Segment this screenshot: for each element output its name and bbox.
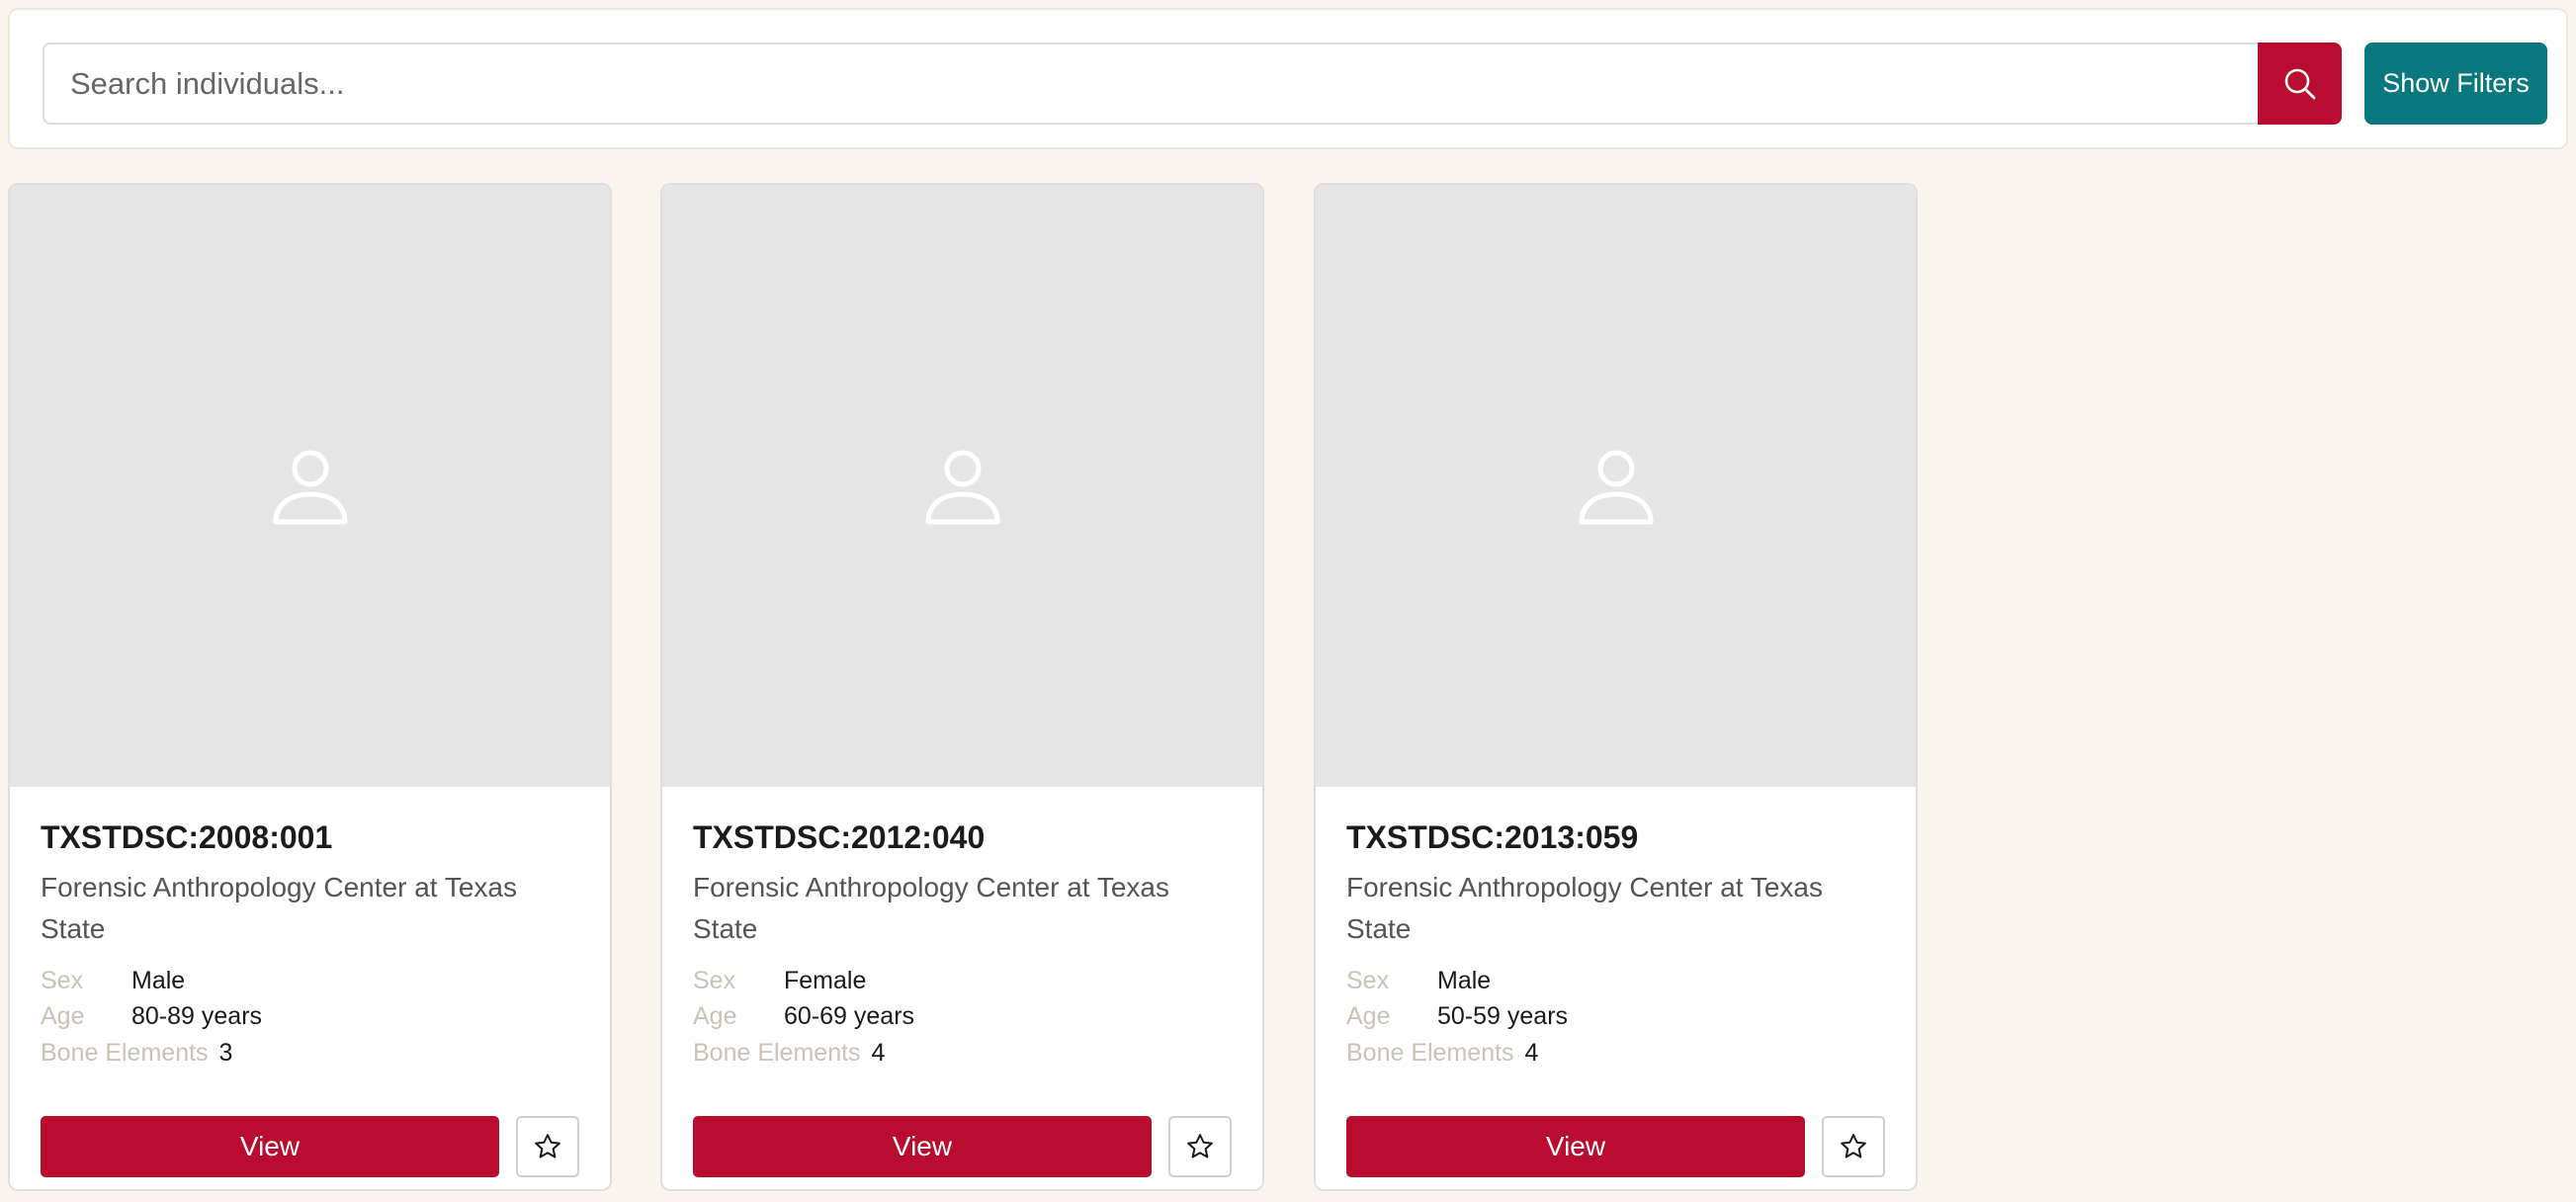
age-row: Age 80-89 years (41, 1002, 262, 1031)
search-icon (2284, 68, 2315, 99)
favorite-button[interactable] (1168, 1116, 1232, 1177)
user-placeholder-icon (925, 450, 999, 524)
bone-elements-label: Bone Elements (693, 1039, 861, 1067)
age-label: Age (693, 1002, 737, 1030)
bone-elements-row: Bone Elements 3 (41, 1039, 232, 1068)
bone-elements-value: 3 (218, 1039, 233, 1067)
view-button[interactable]: View (1346, 1116, 1805, 1177)
show-filters-button[interactable]: Show Filters (2364, 43, 2547, 125)
favorite-button[interactable] (1822, 1116, 1885, 1177)
sex-label: Sex (1346, 967, 1390, 994)
sex-label: Sex (41, 967, 84, 994)
card-image-placeholder (1316, 185, 1916, 787)
bone-elements-label: Bone Elements (1346, 1039, 1514, 1067)
star-icon (535, 1134, 560, 1159)
sex-row: Sex Male (41, 967, 185, 995)
age-row: Age 50-59 years (1346, 1002, 1568, 1031)
age-value: 50-59 years (1437, 1002, 1569, 1030)
card-title: TXSTDSC:2013:059 (1346, 819, 1639, 855)
view-button[interactable]: View (693, 1116, 1152, 1177)
bone-elements-value: 4 (1524, 1039, 1539, 1067)
individual-card: TXSTDSC:2013:059 Forensic Anthropology C… (1314, 183, 1918, 1191)
age-label: Age (1346, 1002, 1391, 1030)
age-label: Age (41, 1002, 85, 1030)
card-title: TXSTDSC:2008:001 (41, 819, 333, 855)
view-button[interactable]: View (41, 1116, 499, 1177)
sex-row: Sex Male (1346, 967, 1491, 995)
user-placeholder-icon (273, 450, 347, 524)
age-value: 80-89 years (131, 1002, 263, 1030)
individual-card: TXSTDSC:2008:001 Forensic Anthropology C… (8, 183, 612, 1191)
bone-elements-row: Bone Elements 4 (693, 1039, 885, 1068)
card-image-placeholder (10, 185, 610, 787)
bone-elements-label: Bone Elements (41, 1039, 209, 1067)
sex-value: Male (1437, 967, 1492, 994)
favorite-button[interactable] (516, 1116, 579, 1177)
age-row: Age 60-69 years (693, 1002, 914, 1031)
age-value: 60-69 years (784, 1002, 915, 1030)
search-panel: Show Filters (8, 8, 2568, 149)
card-title: TXSTDSC:2012:040 (693, 819, 986, 855)
sex-value: Female (784, 967, 867, 994)
card-institution: Forensic Anthropology Center at Texas St… (1346, 872, 1823, 944)
card-institution: Forensic Anthropology Center at Texas St… (41, 872, 517, 944)
card-institution: Forensic Anthropology Center at Texas St… (693, 872, 1169, 944)
star-icon (1841, 1134, 1866, 1159)
star-icon (1187, 1134, 1213, 1159)
search-button[interactable] (2258, 43, 2342, 125)
search-input[interactable] (43, 43, 2261, 125)
user-placeholder-icon (1579, 450, 1653, 524)
bone-elements-value: 4 (871, 1039, 886, 1067)
sex-row: Sex Female (693, 967, 866, 995)
bone-elements-row: Bone Elements 4 (1346, 1039, 1538, 1068)
sex-value: Male (131, 967, 186, 994)
individual-card: TXSTDSC:2012:040 Forensic Anthropology C… (660, 183, 1264, 1191)
sex-label: Sex (693, 967, 736, 994)
card-image-placeholder (662, 185, 1262, 787)
